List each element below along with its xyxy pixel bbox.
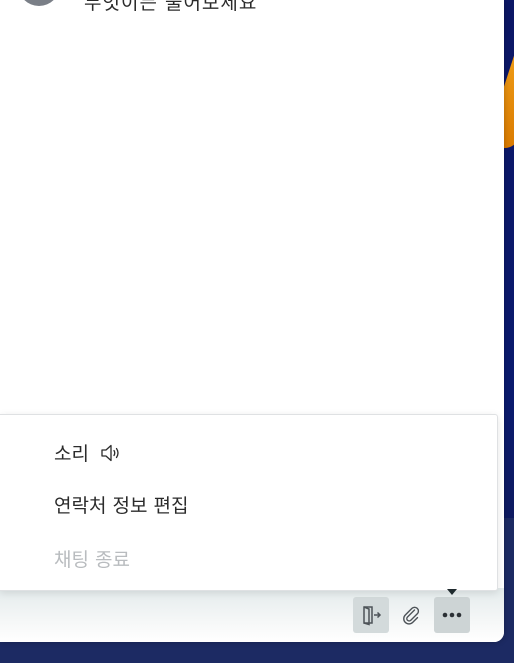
attach-file-button[interactable] [393,597,429,633]
more-dots-icon [441,604,463,626]
menu-item-label: 소리 [54,443,89,465]
paperclip-icon [400,604,422,626]
menu-item-end-chat: 채팅 종료 [54,545,130,572]
menu-pointer-caret [447,589,457,595]
header-subtitle: 무엇이든 물어보세요 [84,0,258,14]
more-options-button[interactable] [434,597,470,633]
menu-item-label: 채팅 종료 [54,549,130,571]
menu-item-sound[interactable]: 소리 [54,439,123,466]
chat-footer-toolbar [0,588,504,642]
exit-icon [360,604,382,626]
exit-chat-button[interactable] [353,597,389,633]
chat-header: 무엇이든 물어보세요 [0,0,504,26]
options-menu: 소리 연락처 정보 편집 채팅 종료 [0,414,498,591]
speaker-icon [99,441,123,465]
menu-item-label: 연락처 정보 편집 [54,495,189,517]
menu-item-edit-contact[interactable]: 연락처 정보 편집 [54,491,188,518]
messages-area[interactable] [0,26,504,416]
avatar [18,0,60,6]
